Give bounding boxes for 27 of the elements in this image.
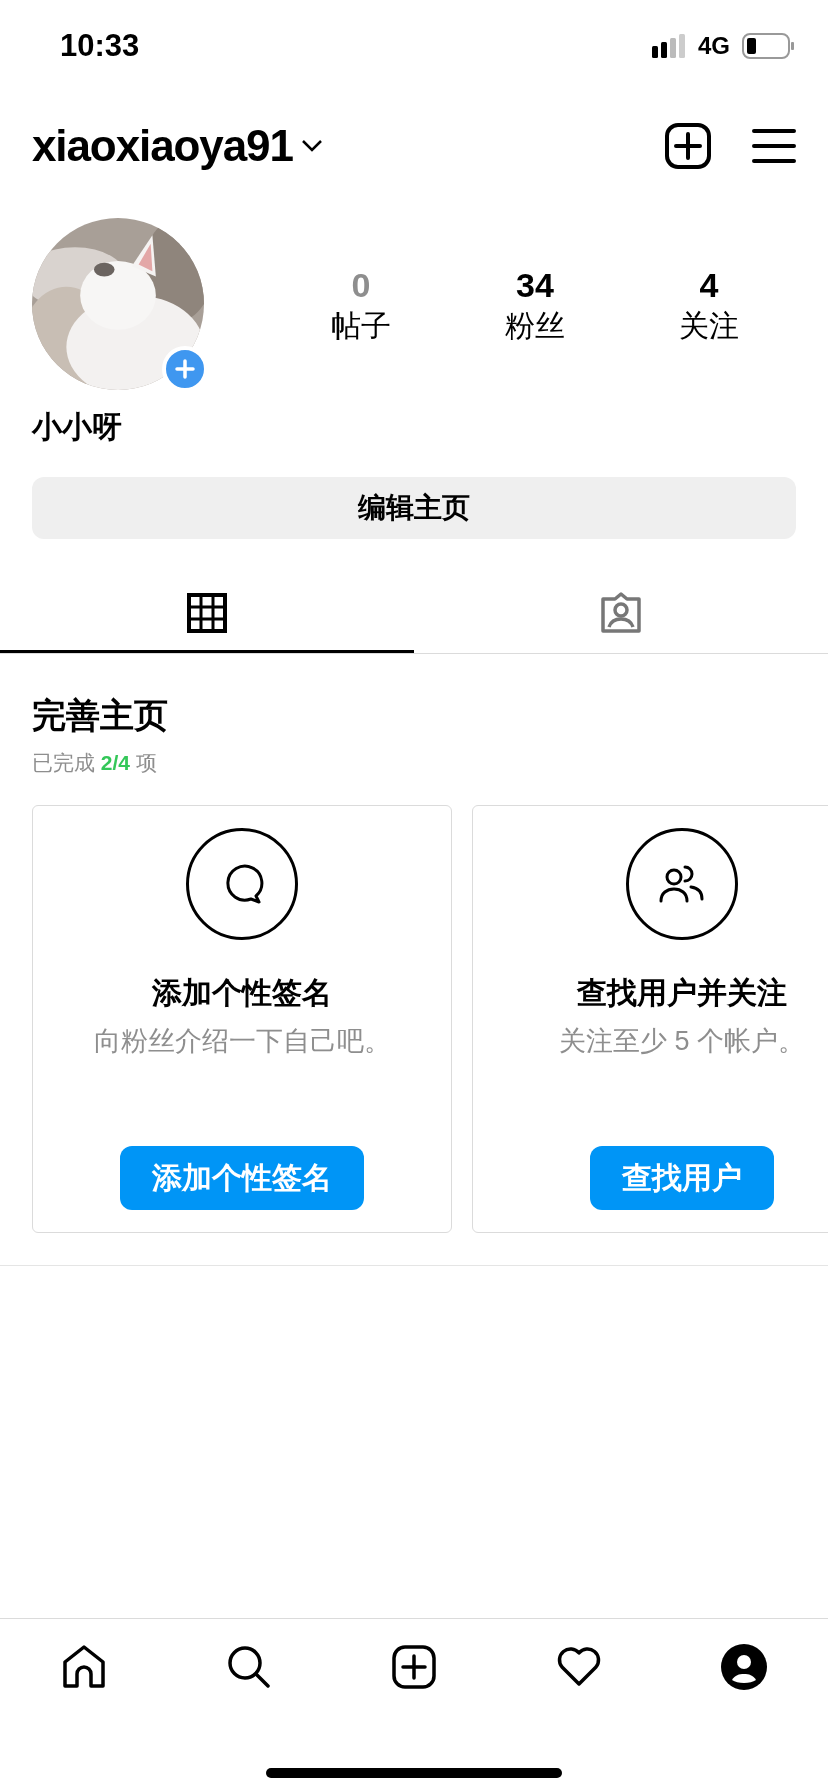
section-title: 完善主页 — [31, 695, 169, 736]
progress-text: 已完成 2/4 项 — [31, 750, 158, 776]
display-name: 小小呀 — [30, 409, 123, 445]
chevron-down-icon[interactable] — [300, 139, 323, 153]
stat-label[interactable]: 帖子 — [331, 306, 391, 344]
menu-icon[interactable] — [752, 126, 796, 166]
stat-label[interactable]: 粉丝 — [505, 306, 565, 344]
plus-square-icon[interactable] — [390, 1642, 438, 1691]
username: xiaoxiaoya91 — [32, 120, 293, 172]
plus-square-icon[interactable] — [664, 122, 712, 170]
card-description: 向粉丝介绍一下自己吧。 — [93, 1024, 391, 1058]
network-label: 4G — [698, 31, 730, 61]
person-tag-icon — [599, 590, 643, 635]
card-title: 查找用户并关注 — [577, 974, 787, 1011]
grid-icon — [187, 592, 227, 633]
home-icon[interactable] — [60, 1642, 108, 1691]
stat-count: 0 — [351, 265, 371, 306]
profile-icon[interactable] — [720, 1642, 768, 1691]
status-time: 10:33 — [60, 26, 140, 65]
signal-icon — [652, 34, 686, 58]
edit-profile-button[interactable]: 编辑主页 — [32, 477, 796, 539]
battery-icon — [742, 33, 794, 59]
stat-count: 34 — [516, 265, 554, 306]
card-description: 关注至少 5 个帐户。 — [559, 1024, 805, 1058]
stat-label[interactable]: 关注 — [679, 306, 739, 344]
stat-count: 4 — [699, 265, 719, 306]
card-title: 添加个性签名 — [152, 974, 332, 1011]
